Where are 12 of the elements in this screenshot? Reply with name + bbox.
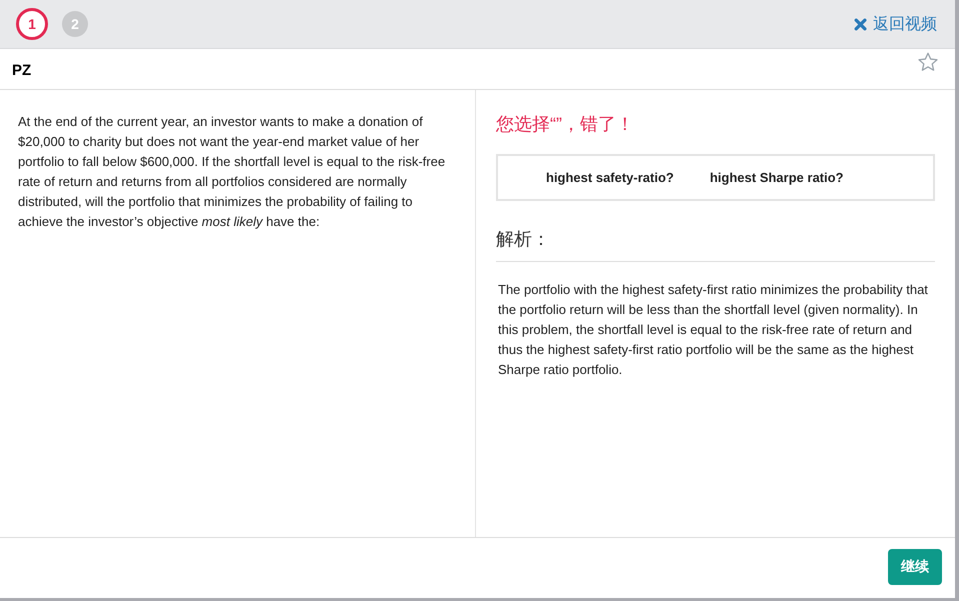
back-to-video-link[interactable]: 返回视频: [854, 14, 937, 34]
explanation-heading: 解析：: [496, 227, 935, 262]
step-indicator[interactable]: 1: [16, 8, 48, 40]
star-icon[interactable]: [917, 51, 939, 73]
question-text: At the end of the current year, an investor wants to make a donation of $20,000 to charity but does not want the year-end market value of her portfolio to fall below $600,000. If the shortfall level is equal to the risk-free rate of return and returns from all portfolios considered are normally distributed, will the portfolio that minimizes the probability of failing to achieve the investor’s objective most likely have the:: [18, 113, 446, 231]
answer-option: highest safety-ratio?: [546, 170, 674, 185]
wrong-answer-message: 您选择“”，错了！: [496, 113, 634, 136]
explanation-text: The portfolio with the highest safety-first ratio minimizes the probability that the portfolio return will be less than the shortfall level (given normality). In this problem, the shortfall level is equal to the risk-free rate of return and thus the highest safety-first ratio portfolio will be the same as the highest Sharpe ratio portfolio.: [498, 281, 929, 379]
question-title: PZ: [12, 62, 32, 79]
continue-button[interactable]: 继续: [888, 549, 942, 585]
close-icon: [854, 18, 867, 30]
answer-option: highest Sharpe ratio?: [710, 170, 844, 185]
